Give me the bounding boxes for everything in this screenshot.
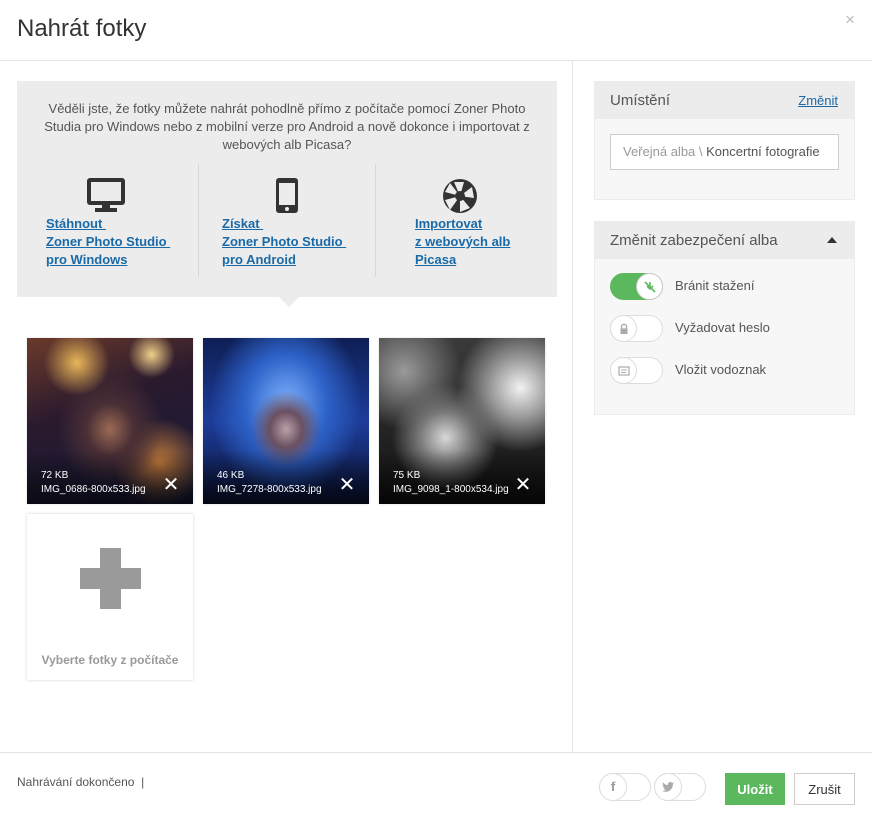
- remove-photo-icon[interactable]: ✕: [513, 475, 533, 495]
- get-android-link[interactable]: Získat Zoner Photo Studio pro Android: [222, 215, 346, 269]
- location-panel: Umístění Změnit Veřejná alba \ Koncertní…: [594, 81, 855, 200]
- file-name: IMG_9098_1-800x534.jpg: [393, 484, 509, 495]
- prevent-download-label: Bránit stažení: [675, 278, 755, 293]
- watermark-label: Vložit vodoznak: [675, 362, 767, 377]
- upload-dialog: Nahrát fotky × Věděli jste, že fotky můž…: [0, 0, 872, 822]
- security-header[interactable]: Změnit zabezpečení alba: [595, 222, 854, 259]
- twitter-icon: [654, 773, 682, 801]
- dialog-footer: Nahrávání dokončeno | f Uložit Zrušit: [0, 752, 872, 822]
- picasa-icon: [443, 179, 477, 213]
- location-title: Umístění: [610, 92, 671, 109]
- file-size: 75 KB: [393, 470, 421, 481]
- location-field[interactable]: Veřejná alba \ Koncertní fotografie: [610, 134, 839, 170]
- require-password-label: Vyžadovat heslo: [675, 320, 770, 335]
- monitor-icon: [87, 178, 125, 212]
- change-location-link[interactable]: Změnit: [798, 93, 838, 108]
- location-parent: Veřejná alba \: [623, 144, 703, 159]
- file-size: 72 KB: [41, 470, 69, 481]
- collapse-caret-icon[interactable]: [827, 237, 837, 243]
- photo-thumbnail[interactable]: 46 KB IMG_7278-800x533.jpg ✕: [203, 338, 369, 504]
- add-photos-label: Vyberte fotky z počítače: [41, 653, 179, 667]
- file-name: IMG_0686-800x533.jpg: [41, 484, 146, 495]
- lock-icon: [620, 323, 628, 334]
- photo-thumbnail[interactable]: 72 KB IMG_0686-800x533.jpg ✕: [27, 338, 193, 504]
- photo-thumbnail[interactable]: 75 KB IMG_9098_1-800x534.jpg ✕: [379, 338, 545, 504]
- watermark-toggle[interactable]: [610, 357, 663, 384]
- prevent-download-toggle[interactable]: [610, 273, 663, 300]
- remove-photo-icon[interactable]: ✕: [161, 475, 181, 495]
- watermark-icon: [618, 366, 630, 376]
- location-album: Koncertní fotografie: [706, 144, 820, 159]
- close-icon[interactable]: ×: [845, 11, 855, 28]
- add-photos-button[interactable]: Vyberte fotky z počítače: [27, 514, 193, 680]
- remove-photo-icon[interactable]: ✕: [337, 475, 357, 495]
- require-password-toggle[interactable]: [610, 315, 663, 342]
- dialog-header: Nahrát fotky ×: [0, 0, 872, 61]
- promo-android: Získat Zoner Photo Studio pro Android: [198, 164, 375, 277]
- promo-text: Věděli jste, že fotky můžete nahrát poho…: [44, 101, 530, 152]
- security-panel: Změnit zabezpečení alba Bránit stažení V…: [594, 221, 855, 415]
- upload-area: Věděli jste, že fotky můžete nahrát poho…: [0, 61, 573, 752]
- promo-box: Věděli jste, že fotky můžete nahrát poho…: [17, 81, 557, 307]
- file-size: 46 KB: [217, 470, 245, 481]
- upload-status: Nahrávání dokončeno |: [17, 775, 145, 789]
- save-button[interactable]: Uložit: [725, 773, 785, 805]
- dialog-title: Nahrát fotky: [17, 15, 147, 42]
- no-download-icon: [644, 281, 656, 293]
- twitter-share-toggle[interactable]: [654, 773, 706, 801]
- facebook-icon: f: [599, 773, 627, 801]
- file-name: IMG_7278-800x533.jpg: [217, 484, 322, 495]
- import-picasa-link[interactable]: Importovat z webových alb Picasa: [415, 215, 510, 269]
- cancel-button[interactable]: Zrušit: [794, 773, 855, 805]
- promo-picasa: Importovat z webových alb Picasa: [375, 164, 557, 277]
- download-windows-link[interactable]: Stáhnout Zoner Photo Studio pro Windows: [46, 215, 170, 269]
- promo-windows: Stáhnout Zoner Photo Studio pro Windows: [17, 164, 198, 277]
- settings-sidebar: Umístění Změnit Veřejná alba \ Koncertní…: [574, 61, 872, 752]
- smartphone-icon: [276, 178, 298, 213]
- facebook-share-toggle[interactable]: f: [599, 773, 651, 801]
- security-title: Změnit zabezpečení alba: [610, 232, 778, 249]
